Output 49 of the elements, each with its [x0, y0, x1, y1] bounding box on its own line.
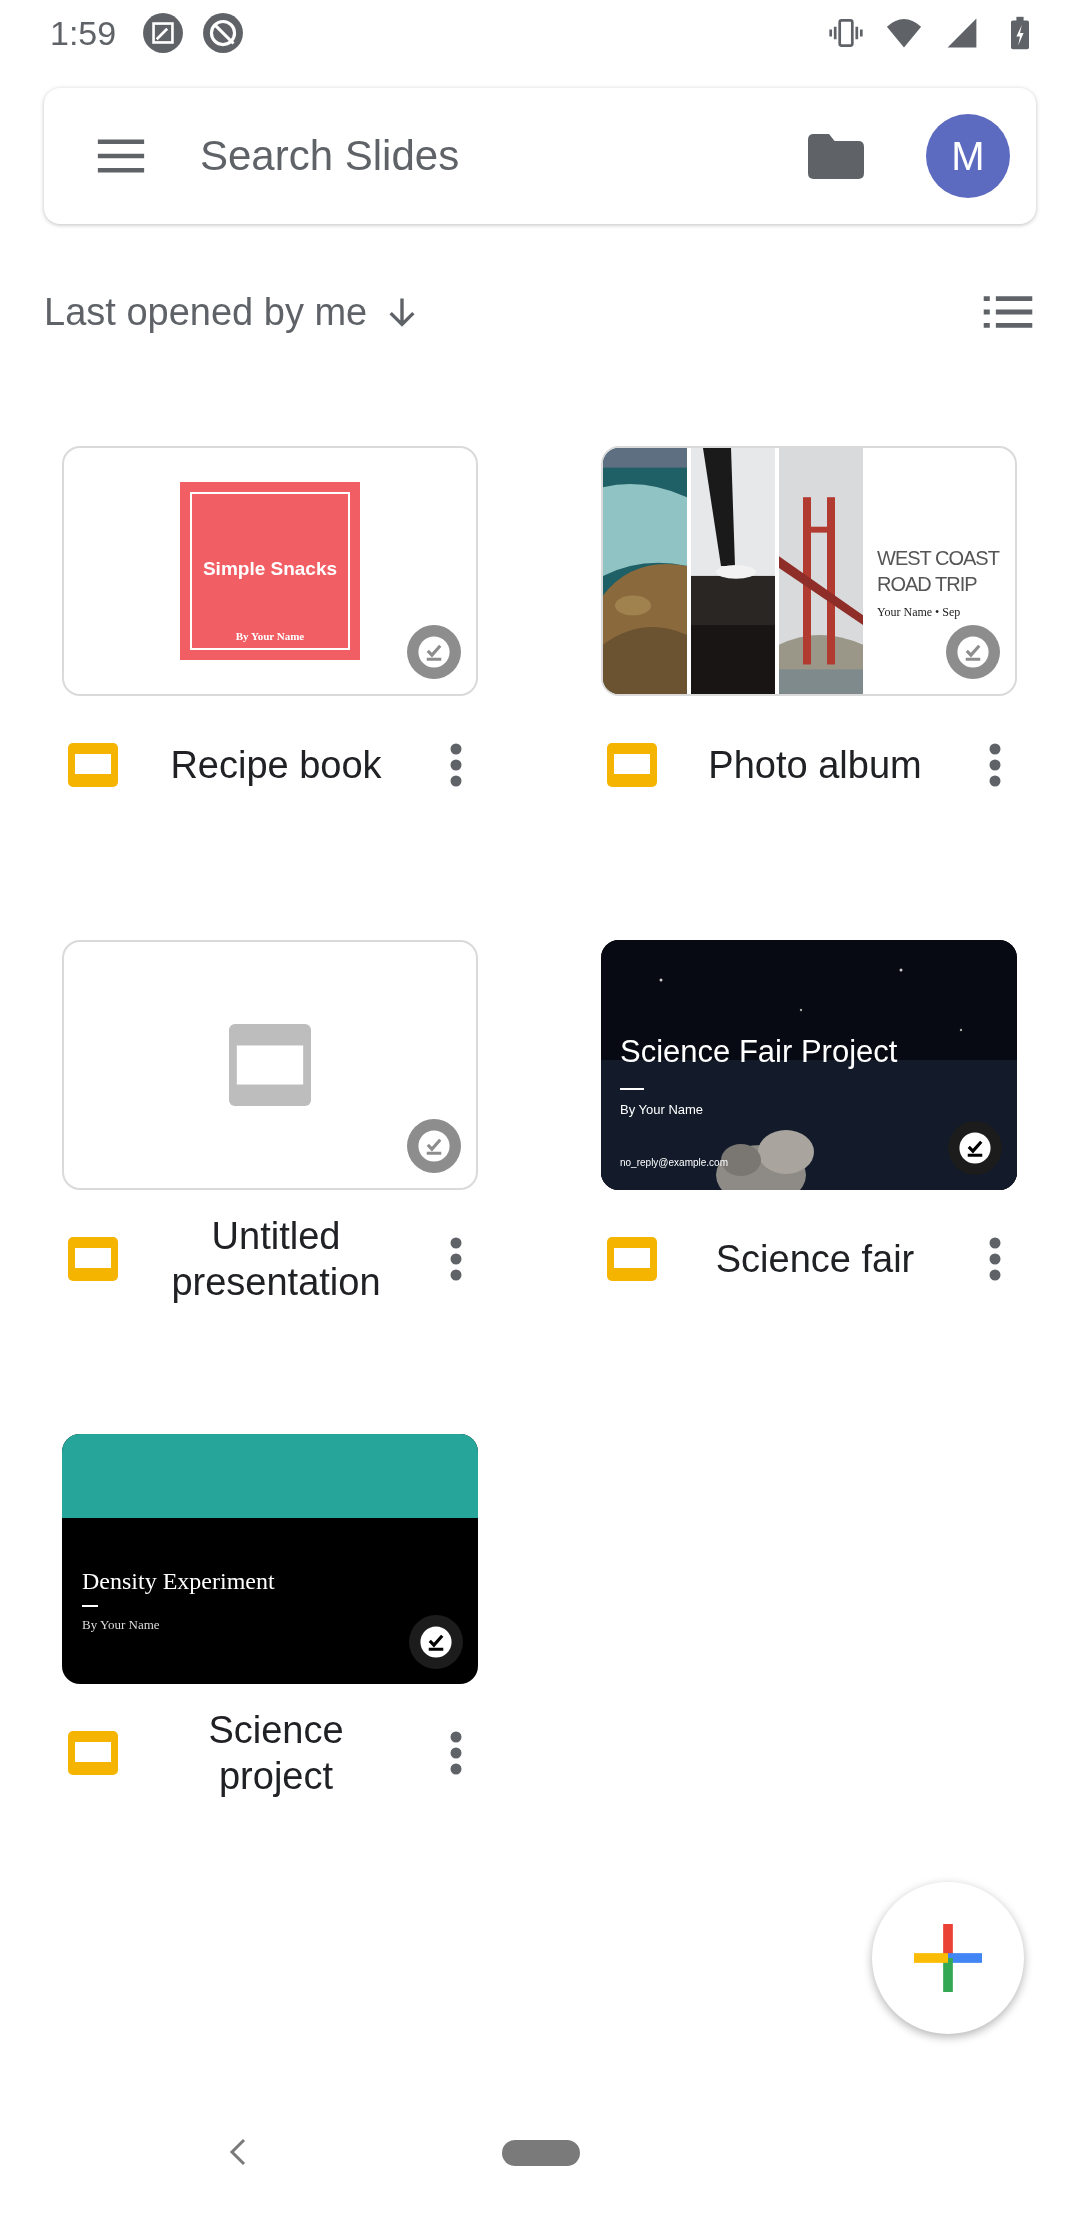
more-icon	[450, 1731, 462, 1775]
menu-icon[interactable]	[96, 138, 146, 174]
back-icon[interactable]	[228, 2137, 248, 2167]
search-bar[interactable]: Search Slides M	[44, 88, 1036, 224]
slide-thumbnail[interactable]	[62, 940, 478, 1190]
slides-file-icon	[607, 743, 657, 787]
sort-option[interactable]: Last opened by me	[44, 290, 368, 334]
search-placeholder: Search Slides	[200, 132, 461, 180]
blocked-icon	[202, 12, 245, 54]
slide-thumbnail[interactable]: Density Experiment By Your Name	[62, 1434, 478, 1684]
slide-title: Simple Snacks	[202, 558, 338, 580]
folder-icon[interactable]	[808, 133, 864, 179]
slide-title: Science Fair Project	[620, 1034, 898, 1070]
file-title[interactable]: Science fair	[657, 1236, 973, 1282]
offline-icon	[948, 1121, 1002, 1175]
screenshot-edit-icon	[142, 12, 185, 54]
offline-icon	[946, 625, 1000, 679]
account-avatar[interactable]: M	[926, 114, 1010, 198]
slide-title: ROAD TRIP	[877, 572, 978, 597]
file-title[interactable]: Science project	[118, 1707, 434, 1799]
slide-thumbnail[interactable]: Science Fair Project By Your Name no_reply@example.com	[601, 940, 1017, 1190]
slide-title: Density Experiment	[82, 1568, 275, 1595]
slide-subtitle: By Your Name	[82, 1617, 161, 1633]
offline-icon	[407, 1119, 461, 1173]
slides-file-icon	[68, 1731, 118, 1775]
plus-icon	[914, 1924, 982, 1992]
slides-file-icon	[68, 1237, 118, 1281]
more-icon	[989, 743, 1001, 787]
slide-subtitle: Your Name • Sep	[877, 605, 962, 620]
more-icon	[450, 743, 462, 787]
slide-subtitle: By Your Name	[235, 630, 305, 642]
list-view-icon[interactable]	[982, 295, 1034, 329]
slide-email: no_reply@example.com	[620, 1157, 729, 1168]
status-time: 1:59	[50, 13, 117, 53]
slide-thumbnail[interactable]: WEST COAST ROAD TRIP Your Name • Sep	[601, 446, 1017, 696]
home-handle[interactable]	[502, 2139, 580, 2166]
file-title[interactable]: Photo album	[657, 742, 973, 788]
file-title[interactable]: Untitled presentation	[118, 1213, 434, 1305]
offline-icon	[407, 625, 461, 679]
slides-file-icon	[607, 1237, 657, 1281]
new-presentation-button[interactable]	[872, 1882, 1024, 2034]
file-title[interactable]: Recipe book	[118, 742, 434, 788]
slides-icon	[229, 1024, 311, 1106]
offline-icon	[409, 1615, 463, 1669]
more-icon	[989, 1237, 1001, 1281]
more-icon	[450, 1237, 462, 1281]
slides-file-icon	[68, 743, 118, 787]
slide-title: WEST COAST	[877, 546, 999, 571]
slide-subtitle: By Your Name	[620, 1102, 705, 1117]
